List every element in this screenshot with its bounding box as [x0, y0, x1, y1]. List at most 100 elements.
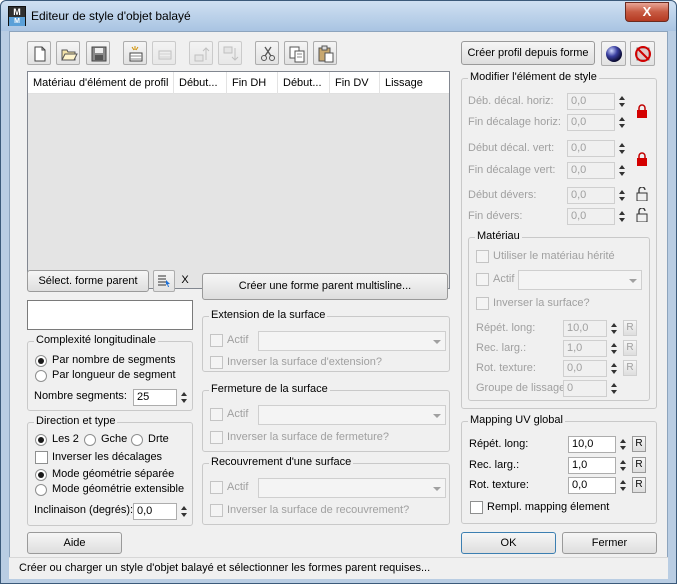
direction-type-group: Direction et type Les 2 Gche Drte Invers… [27, 415, 193, 526]
mat-rep-long-reset-button[interactable]: R [623, 320, 637, 336]
mat-rot-spinner[interactable]: 0,0 [563, 360, 617, 377]
spinner-arrows-icon[interactable] [616, 93, 628, 110]
spinner-arrows-icon[interactable] [617, 436, 629, 453]
uv-rot-reset-button[interactable]: R [632, 477, 646, 493]
column-header-smoothing[interactable]: Lissage [380, 72, 430, 94]
tilt-value: 0,0 [137, 505, 153, 517]
mat-rep-long-label: Répét. long: [476, 322, 536, 334]
profile-elements-list[interactable]: Matériau d'élément de profil Début... Fi… [27, 71, 450, 289]
copy-button[interactable] [284, 41, 308, 65]
h-start-spinner[interactable]: 0,0 [567, 93, 625, 110]
mat-rec-larg-reset-button[interactable]: R [623, 340, 637, 356]
spinner-arrows-icon[interactable] [616, 140, 628, 157]
new-style-button[interactable] [27, 41, 51, 65]
uv-rec-larg-spinner[interactable]: 1,0 [568, 457, 626, 474]
spinner-arrows-icon[interactable] [616, 187, 628, 204]
no-material-button[interactable] [630, 41, 655, 66]
status-bar: Créer ou charger un style d'objet balayé… [9, 557, 668, 579]
spinner-arrows-icon[interactable] [617, 477, 629, 494]
h-end-spinner[interactable]: 0,0 [567, 114, 625, 131]
cover-invert-checkbox[interactable] [210, 504, 223, 517]
parent-list-button[interactable] [153, 270, 175, 292]
bank-end-lock-icon[interactable] [636, 208, 648, 222]
complexity-group: Complexité longitudinale Par nombre de s… [27, 334, 193, 411]
spinner-arrows-icon[interactable] [608, 340, 620, 357]
spinner-arrows-icon[interactable] [616, 114, 628, 131]
move-up-button[interactable] [189, 41, 213, 65]
uv-rep-long-reset-button[interactable]: R [632, 436, 646, 452]
mat-rec-larg-spinner[interactable]: 1,0 [563, 340, 617, 357]
mode-separate-radio[interactable] [35, 469, 47, 481]
create-profile-from-shape-button[interactable]: Créer profil depuis forme [461, 41, 595, 65]
extension-invert-label: Inverser la surface d'extension? [227, 356, 382, 368]
material-sphere-button[interactable] [601, 41, 626, 66]
column-header-h-start[interactable]: Début... [174, 72, 227, 94]
invert-offsets-checkbox[interactable] [35, 451, 48, 464]
mat-rot-reset-button[interactable]: R [623, 360, 637, 376]
save-style-button[interactable] [86, 41, 110, 65]
column-header-material[interactable]: Matériau d'élément de profil [28, 72, 174, 94]
close-button[interactable]: Fermer [562, 532, 657, 554]
spinner-arrows-icon[interactable] [178, 503, 190, 520]
title-bar[interactable]: M M Editeur de style d'objet balayé X [1, 1, 676, 31]
column-header-h-end[interactable]: Fin DH [227, 72, 278, 94]
closure-title: Fermeture de la surface [209, 383, 330, 395]
column-header-v-start[interactable]: Début... [278, 72, 330, 94]
mat-rep-long-spinner[interactable]: 10,0 [563, 320, 617, 337]
cover-combo[interactable] [258, 478, 446, 498]
uv-rec-larg-reset-button[interactable]: R [632, 457, 646, 473]
create-multiline-parent-button[interactable]: Créer une forme parent multisline... [202, 273, 448, 300]
v-start-spinner[interactable]: 0,0 [567, 140, 625, 157]
paste-button[interactable] [313, 41, 337, 65]
h-lock-icon[interactable] [636, 104, 648, 118]
extension-active-checkbox[interactable] [210, 334, 223, 347]
direction-left-radio[interactable] [84, 434, 96, 446]
extension-invert-checkbox[interactable] [210, 356, 223, 369]
parent-shape-field[interactable] [27, 300, 193, 330]
clear-parent-button[interactable]: X [177, 270, 193, 292]
window-close-button[interactable]: X [625, 2, 669, 22]
uv-rot-spinner[interactable]: 0,0 [568, 477, 626, 494]
tilt-spinner[interactable]: 0,0 [133, 503, 187, 520]
spinner-arrows-icon[interactable] [608, 380, 620, 397]
column-header-v-end[interactable]: Fin DV [330, 72, 380, 94]
remove-element-button[interactable] [152, 41, 176, 65]
move-down-button[interactable] [218, 41, 242, 65]
bank-start-lock-icon[interactable] [636, 187, 648, 201]
extension-combo[interactable] [258, 331, 446, 351]
closure-invert-checkbox[interactable] [210, 431, 223, 444]
help-button[interactable]: Aide [27, 532, 122, 554]
material-active-checkbox[interactable] [476, 273, 489, 286]
spinner-arrows-icon[interactable] [616, 162, 628, 179]
bank-end-spinner[interactable]: 0,0 [567, 208, 625, 225]
cover-title: Recouvrement d'une surface [209, 456, 354, 468]
spinner-arrows-icon[interactable] [617, 457, 629, 474]
add-element-button[interactable] [123, 41, 147, 65]
spinner-arrows-icon[interactable] [608, 360, 620, 377]
segments-count-spinner[interactable]: 25 [133, 389, 187, 406]
open-style-button[interactable] [56, 41, 80, 65]
v-end-spinner[interactable]: 0,0 [567, 162, 625, 179]
direction-both-radio[interactable] [35, 434, 47, 446]
ok-button[interactable]: OK [461, 532, 556, 554]
by-segment-length-radio[interactable] [35, 370, 47, 382]
v-lock-icon[interactable] [636, 152, 648, 166]
spinner-arrows-icon[interactable] [616, 208, 628, 225]
spinner-arrows-icon[interactable] [178, 389, 190, 406]
spinner-arrows-icon[interactable] [608, 320, 620, 337]
mode-extensible-radio[interactable] [35, 484, 47, 496]
uv-rep-long-spinner[interactable]: 10,0 [568, 436, 626, 453]
inherit-material-checkbox[interactable] [476, 250, 489, 263]
material-invert-checkbox[interactable] [476, 297, 489, 310]
by-segment-count-radio[interactable] [35, 355, 47, 367]
direction-right-radio[interactable] [131, 434, 143, 446]
smoothing-group-spinner[interactable]: 0 [563, 380, 617, 397]
replace-mapping-checkbox[interactable] [470, 501, 483, 514]
select-parent-shape-button[interactable]: Sélect. forme parent [27, 270, 149, 292]
bank-start-spinner[interactable]: 0,0 [567, 187, 625, 204]
closure-active-checkbox[interactable] [210, 408, 223, 421]
closure-combo[interactable] [258, 405, 446, 425]
cover-active-checkbox[interactable] [210, 481, 223, 494]
cut-button[interactable] [255, 41, 279, 65]
material-combo[interactable] [518, 270, 642, 290]
